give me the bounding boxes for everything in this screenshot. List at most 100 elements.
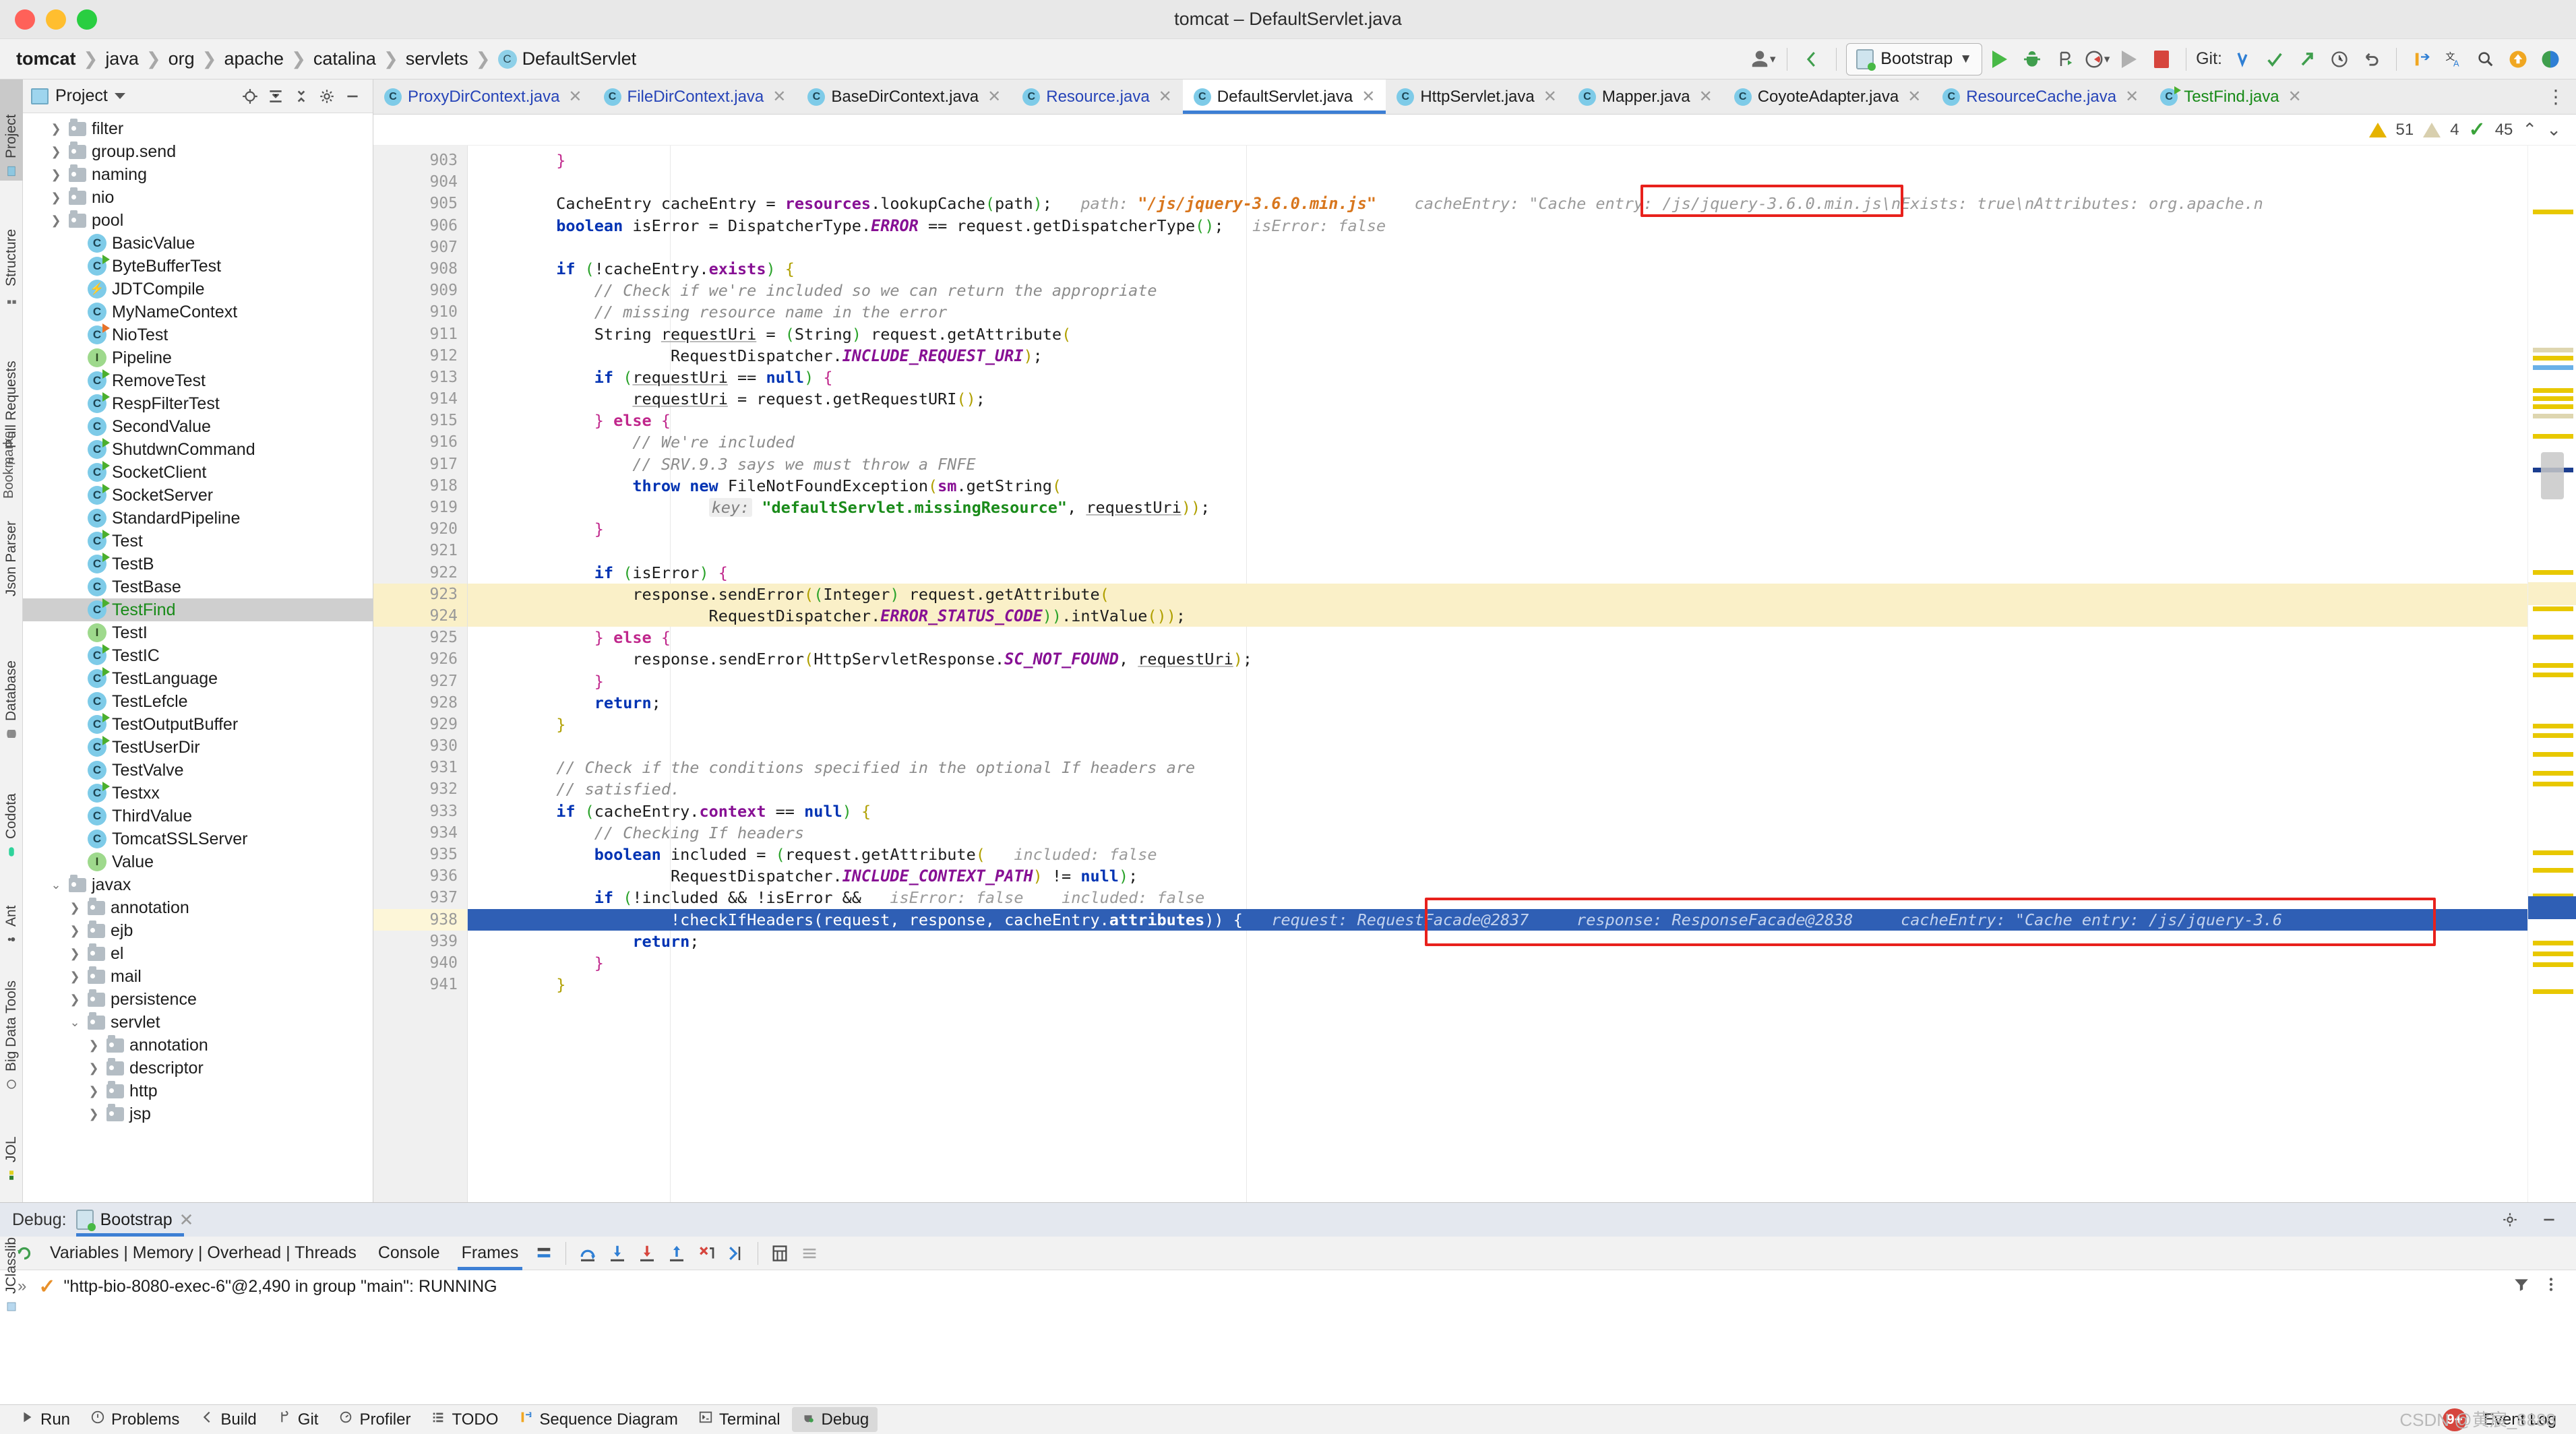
chevron-right-icon[interactable]: ❯	[49, 122, 63, 136]
tree-node[interactable]: C ThirdValue	[23, 805, 373, 828]
line-number[interactable]: 908	[373, 258, 467, 280]
scroll-marker[interactable]	[2533, 606, 2573, 611]
settings-icon[interactable]	[2536, 44, 2565, 74]
tree-node[interactable]: C RespFilterTest	[23, 392, 373, 415]
code-line[interactable]: RequestDispatcher.ERROR_STATUS_CODE)).in…	[468, 604, 2527, 627]
drop-frame-icon[interactable]	[692, 1239, 721, 1268]
scroll-marker[interactable]	[2533, 782, 2573, 786]
tree-node[interactable]: C TestB	[23, 553, 373, 575]
force-step-into-icon[interactable]	[632, 1239, 662, 1268]
line-number[interactable]: 915	[373, 410, 467, 431]
code-line[interactable]: RequestDispatcher.INCLUDE_REQUEST_URI);	[468, 345, 2527, 367]
breadcrumb-item-org[interactable]: org	[164, 47, 199, 71]
attach-icon[interactable]	[2114, 44, 2144, 74]
sidebar-item-big-data-tools[interactable]: Big Data Tools	[0, 959, 23, 1094]
code-line[interactable]: } else {	[468, 410, 2527, 431]
code-line[interactable]: if (cacheEntry.context == null) {	[468, 801, 2527, 822]
code-content[interactable]: } CacheEntry cacheEntry = resources.look…	[468, 146, 2527, 1202]
close-tab-icon[interactable]: ✕	[1543, 87, 1557, 106]
more-icon[interactable]	[2542, 1276, 2560, 1298]
line-number[interactable]: 937	[373, 887, 467, 908]
code-line[interactable]: } else {	[468, 627, 2527, 648]
tree-node[interactable]: ❯ annotation	[23, 896, 373, 919]
tree-node[interactable]: C Testxx	[23, 782, 373, 805]
locate-icon[interactable]	[238, 84, 262, 108]
tree-node[interactable]: I TestI	[23, 621, 373, 644]
chevron-right-icon[interactable]: ❯	[67, 947, 82, 961]
tree-node[interactable]: C StandardPipeline	[23, 507, 373, 530]
hide-icon[interactable]	[340, 84, 365, 108]
code-line[interactable]: response.sendError(HttpServletResponse.S…	[468, 648, 2527, 670]
code-line[interactable]: throw new FileNotFoundException(sm.getSt…	[468, 475, 2527, 497]
line-number[interactable]: 918	[373, 475, 467, 497]
tree-node[interactable]: C BasicValue	[23, 232, 373, 255]
scroll-marker[interactable]	[2533, 771, 2573, 776]
line-number[interactable]: 936	[373, 865, 467, 887]
close-tab-icon[interactable]: ✕	[568, 87, 582, 106]
git-commit-icon[interactable]	[2260, 44, 2290, 74]
git-push-icon[interactable]	[2292, 44, 2322, 74]
editor-tab[interactable]: C ProxyDirContext.java ✕	[373, 80, 593, 114]
scroll-marker[interactable]	[2533, 356, 2573, 361]
breadcrumb-item-servlets[interactable]: servlets	[402, 47, 472, 71]
tree-node[interactable]: ❯ descriptor	[23, 1057, 373, 1080]
breadcrumb-item-tomcat[interactable]: tomcat	[12, 47, 80, 71]
hide-icon[interactable]	[2534, 1205, 2564, 1235]
translate-icon[interactable]: 文A	[2439, 44, 2468, 74]
tree-node[interactable]: ❯ group.send	[23, 140, 373, 163]
scroll-marker[interactable]	[2533, 396, 2573, 401]
status-item-terminal[interactable]: Terminal	[689, 1407, 789, 1432]
scroll-marker[interactable]	[2533, 414, 2573, 418]
scroll-marker[interactable]	[2533, 570, 2573, 575]
scroll-marker[interactable]	[2533, 365, 2573, 370]
tree-node[interactable]: C ShutdwnCommand	[23, 438, 373, 461]
code-line[interactable]: return;	[468, 931, 2527, 952]
close-icon[interactable]: ✕	[179, 1210, 194, 1230]
tree-node[interactable]: ❯ filter	[23, 117, 373, 140]
code-line[interactable]	[468, 171, 2527, 193]
tab-console[interactable]: Console	[367, 1237, 451, 1270]
user-avatar-icon[interactable]: ▾	[1748, 44, 1777, 74]
tree-node[interactable]: C RemoveTest	[23, 369, 373, 392]
chevron-down-icon[interactable]: ⌄	[67, 1016, 82, 1030]
scroll-marker[interactable]	[2533, 733, 2573, 738]
bookmarks-tab[interactable]: Bookmarks	[1, 431, 17, 499]
line-number[interactable]: 916	[373, 431, 467, 453]
stop-icon[interactable]	[2147, 44, 2176, 74]
sidebar-item-jclasslib[interactable]: JClasslib	[0, 1198, 23, 1316]
sidebar-item-project[interactable]: Project	[0, 80, 23, 181]
close-tab-icon[interactable]: ✕	[772, 87, 786, 106]
tree-node[interactable]: ❯ naming	[23, 163, 373, 186]
line-number[interactable]: 921	[373, 540, 467, 561]
tree-node[interactable]: C TestValve	[23, 759, 373, 782]
status-item-event-log[interactable]: Event Log	[2475, 1408, 2565, 1432]
editor-tab[interactable]: C BaseDirContext.java ✕	[797, 80, 1012, 114]
chevron-right-icon[interactable]: ❯	[67, 901, 82, 915]
code-line[interactable]: }	[468, 974, 2527, 995]
gear-icon[interactable]	[315, 84, 339, 108]
code-line[interactable]: }	[468, 671, 2527, 692]
line-number[interactable]: 935	[373, 844, 467, 865]
line-number[interactable]: 913	[373, 367, 467, 388]
editor-tab[interactable]: C FileDirContext.java ✕	[593, 80, 797, 114]
scroll-marker[interactable]	[2533, 348, 2573, 352]
line-number[interactable]: 938	[373, 908, 467, 931]
breadcrumb-item-java[interactable]: java	[101, 47, 143, 71]
next-problem-icon[interactable]: ⌄	[2546, 119, 2561, 140]
status-item-build[interactable]: Build	[191, 1407, 265, 1432]
line-number[interactable]: 922	[373, 562, 467, 584]
close-tab-icon[interactable]: ✕	[987, 87, 1001, 106]
code-line[interactable]: boolean included = (request.getAttribute…	[468, 844, 2527, 865]
scroll-marker[interactable]	[2533, 635, 2573, 640]
code-line[interactable]	[468, 735, 2527, 757]
line-number[interactable]: 929	[373, 714, 467, 735]
line-number[interactable]: 910	[373, 301, 467, 323]
layout-icon[interactable]	[529, 1239, 559, 1268]
tree-node[interactable]: ❯ jsp	[23, 1102, 373, 1125]
code-line[interactable]: !checkIfHeaders(request, response, cache…	[468, 908, 2527, 931]
tree-node[interactable]: ⌄ servlet	[23, 1011, 373, 1034]
status-item-todo[interactable]: TODO	[422, 1407, 507, 1432]
line-number[interactable]: 924	[373, 604, 467, 627]
scroll-marker[interactable]	[2533, 663, 2573, 668]
editor-tab[interactable]: C TestFind.java ✕	[2149, 80, 2312, 114]
